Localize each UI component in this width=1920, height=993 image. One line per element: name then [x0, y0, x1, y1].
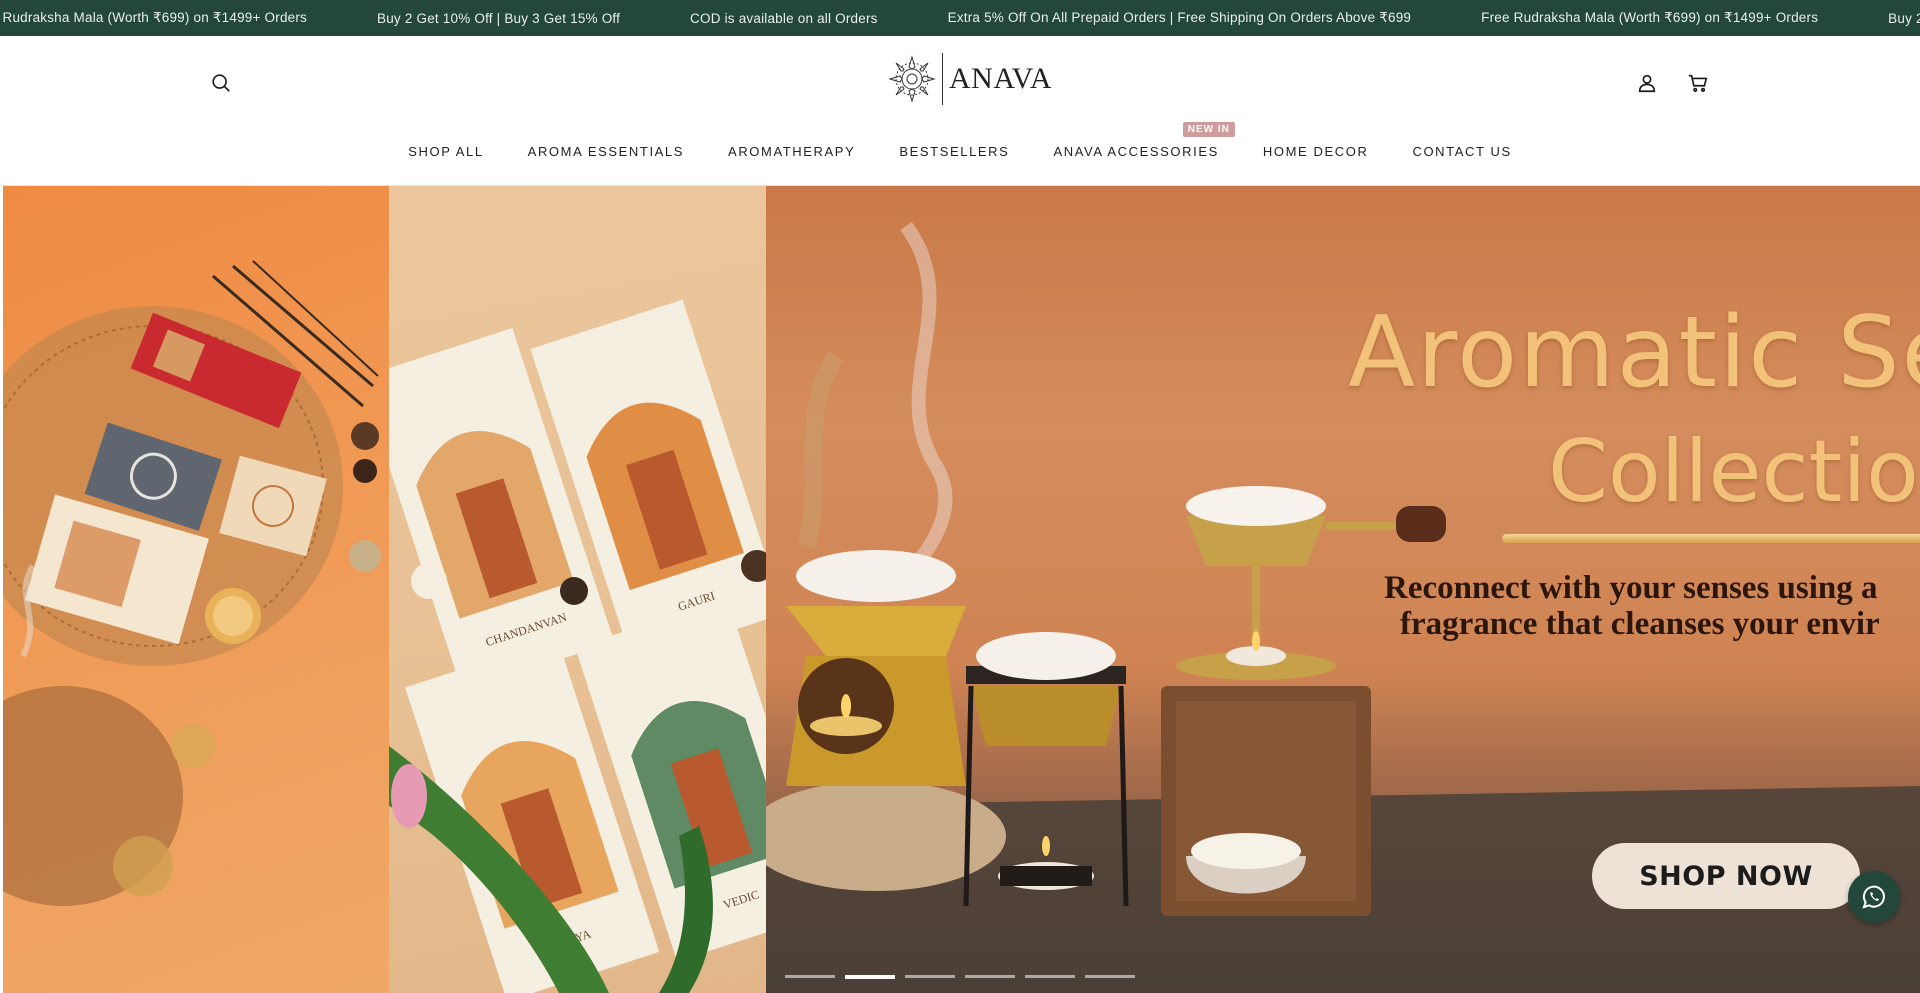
nav-item-aromatherapy[interactable]: AROMATHERAPY — [706, 144, 877, 159]
announcement-item: COD is available on all Orders — [690, 10, 878, 26]
announcement-item: Buy 2 Get 10% Off | Buy 3 Get 15% Off — [1888, 10, 1920, 26]
announcement-track: Free Rudraksha Mala (Worth ₹699) on ₹149… — [0, 0, 1920, 36]
hero-subtext: Reconnect with your senses using a fragr… — [1384, 570, 1880, 642]
nav-item-aroma-essentials[interactable]: AROMA ESSENTIALS — [506, 144, 706, 159]
announcement-item: Free Rudraksha Mala (Worth ₹699) on ₹149… — [1481, 10, 1819, 25]
cart-button[interactable] — [1683, 68, 1713, 98]
cart-icon — [1688, 74, 1708, 92]
search-icon — [212, 74, 230, 92]
slide-indicator-6[interactable] — [1085, 975, 1135, 978]
main-nav: SHOP ALL AROMA ESSENTIALS AROMATHERAPY B… — [0, 122, 1920, 159]
announcement-item: Buy 2 Get 10% Off | Buy 3 Get 15% Off — [377, 10, 621, 26]
slide-indicator-3[interactable] — [905, 975, 955, 978]
announcement-item: Free Rudraksha Mala (Worth ₹699) on ₹149… — [0, 10, 308, 25]
slide-image-incense-boxes[interactable]: CHANDANVAN GAURI YAGYA VEDIC — [389, 186, 766, 993]
slide-indicator-2[interactable] — [845, 975, 895, 979]
nav-item-anava-accessories[interactable]: ANAVA ACCESSORIES NEW IN — [1031, 122, 1240, 159]
whatsapp-chat-button[interactable] — [1848, 871, 1900, 923]
slide-image-incense-flatlay[interactable] — [3, 186, 389, 993]
mandala-logo-icon — [888, 55, 936, 103]
nav-item-home-decor[interactable]: HOME DECOR — [1241, 144, 1391, 159]
incense-boxes-image: CHANDANVAN GAURI YAGYA VEDIC — [389, 299, 766, 993]
hero-headline-line1: Aromatic Se — [1348, 296, 1920, 410]
hero-headline-line2: Collection — [1548, 422, 1920, 522]
slide-indicator-5[interactable] — [1025, 975, 1075, 978]
announcement-item: Extra 5% Off On All Prepaid Orders | Fre… — [947, 10, 1412, 25]
slide-indicator-1[interactable] — [785, 975, 835, 978]
hero-slideshow: CHANDANVAN GAURI YAGYA VEDIC — [0, 186, 1920, 993]
logo-divider — [942, 53, 943, 105]
site-logo[interactable]: ANAVA — [886, 50, 1052, 108]
nav-item-bestsellers[interactable]: BESTSELLERS — [877, 144, 1031, 159]
new-in-badge: NEW IN — [1182, 122, 1235, 137]
slide-indicator-4[interactable] — [965, 975, 1015, 978]
logo-text: ANAVA — [949, 62, 1053, 95]
nav-item-shop-all[interactable]: SHOP ALL — [386, 144, 505, 159]
hero-subtext-line2: fragrance that cleanses your envir — [1400, 606, 1880, 642]
account-button[interactable] — [1632, 68, 1662, 98]
shop-now-button[interactable]: SHOP NOW — [1592, 843, 1860, 909]
hero-subtext-line1: Reconnect with your senses using a — [1384, 570, 1878, 606]
gold-divider — [1502, 534, 1920, 543]
user-icon — [1638, 74, 1656, 93]
whatsapp-icon — [1862, 885, 1885, 909]
search-button[interactable] — [206, 68, 236, 98]
site-header: ANAVA SHOP ALL AROMA ESSENTIALS AROMATHE… — [0, 36, 1920, 186]
slide-indicators — [785, 975, 1135, 979]
nav-item-contact-us[interactable]: CONTACT US — [1390, 144, 1533, 159]
incense-flatlay-image — [3, 260, 381, 906]
announcement-bar: Free Rudraksha Mala (Worth ₹699) on ₹149… — [0, 0, 1920, 36]
nav-item-label: ANAVA ACCESSORIES — [1053, 144, 1219, 159]
